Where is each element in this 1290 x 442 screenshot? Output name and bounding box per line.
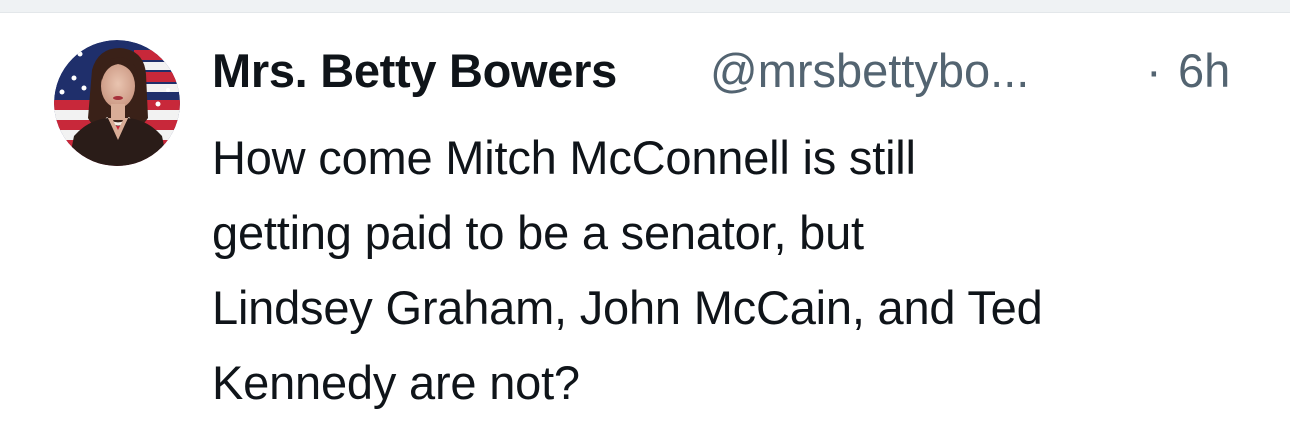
author-display-name[interactable]: Mrs. Betty Bowers [212,43,617,99]
tweet-text-line: getting paid to be a senator, but [212,206,864,259]
tweet-text-line: How come Mitch McConnell is still [212,131,916,184]
tweet-header: Mrs. Betty Bowers @mrsbettybo... · 6h [212,43,1262,103]
header-separator: · [1146,44,1162,97]
tweet-text-line: Lindsey Graham, John McCain, and Ted [212,281,1043,334]
avatar[interactable] [54,40,180,166]
tweet-card[interactable]: Mrs. Betty Bowers @mrsbettybo... · 6h Ho… [0,13,1290,442]
top-divider [0,0,1290,13]
tweet-text-line: Kennedy are not? [212,356,580,409]
tweet-text: How come Mitch McConnell is still gettin… [212,120,1262,420]
author-handle[interactable]: @mrsbettybo... [710,43,1029,99]
profile-photo-icon [54,40,180,166]
tweet-timestamp[interactable]: 6h [1178,43,1230,99]
